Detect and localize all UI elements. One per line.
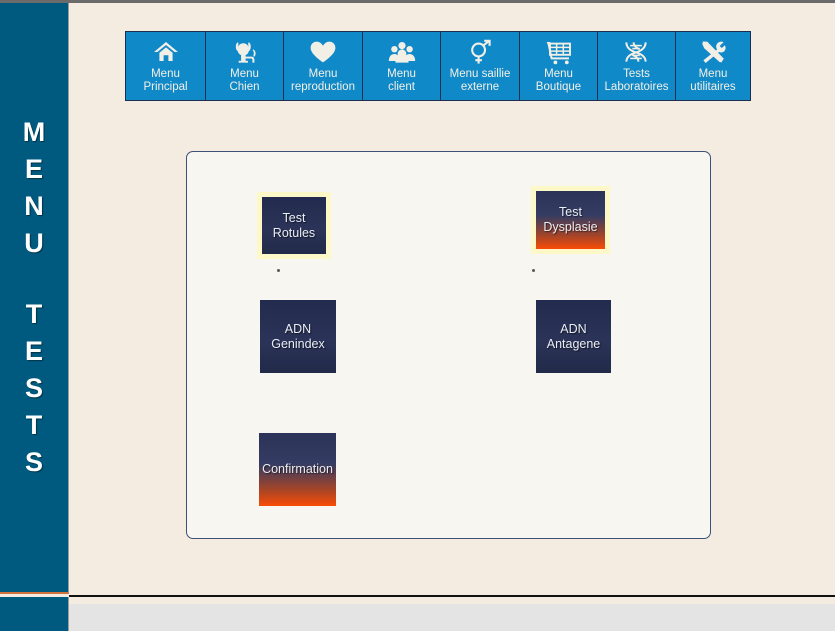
menu-item-client[interactable]: Menu client (363, 32, 441, 100)
sidebar-menu-tests[interactable]: M E N U T E S T S (0, 3, 69, 594)
dog-icon (230, 38, 260, 66)
tile-test-dysplasie[interactable]: Test Dysplasie (531, 186, 610, 254)
bottom-divider (69, 595, 835, 597)
menu-item-label: Menu reproduction (287, 68, 359, 94)
users-icon (387, 38, 417, 66)
tile-marker-dot-right (532, 269, 535, 272)
sidebar-letter: T (25, 296, 43, 333)
menu-item-chien[interactable]: Menu Chien (206, 32, 284, 100)
menu-item-boutique[interactable]: Menu Boutique (520, 32, 598, 100)
sidebar-letter: E (25, 333, 43, 370)
heart-icon (308, 38, 338, 66)
tile-adn-antagene[interactable]: ADN Antagene (536, 300, 611, 373)
menu-item-saillie-externe[interactable]: Menu saillie externe (441, 32, 520, 100)
menu-item-label: Menu Boutique (532, 68, 585, 94)
gender-icon (465, 38, 495, 66)
sidebar-letter: M (23, 114, 46, 151)
menu-item-reproduction[interactable]: Menu reproduction (284, 32, 363, 100)
menu-item-label: Menu client (383, 68, 420, 94)
footer-strip (0, 604, 835, 631)
tile-test-rotules[interactable]: Test Rotules (257, 192, 331, 259)
tile-adn-genindex[interactable]: ADN Genindex (260, 300, 336, 373)
dna-icon (622, 38, 652, 66)
menu-item-label: Menu Chien (225, 68, 263, 94)
sidebar-letter: S (25, 444, 43, 481)
sidebar-letter: N (23, 188, 46, 225)
sidebar-footer-block (0, 597, 69, 631)
home-icon (151, 38, 181, 66)
tile-confirmation[interactable]: Confirmation (259, 433, 336, 506)
menu-item-tests-laboratoires[interactable]: Tests Laboratoires (598, 32, 676, 100)
menu-item-label: Menu Principal (139, 68, 191, 94)
menu-item-utilitaires[interactable]: Menu utilitaires (676, 32, 750, 100)
menu-item-label: Menu utilitaires (686, 68, 739, 94)
sidebar-word-menu: M E N U (23, 114, 46, 262)
sidebar-word-tests: T E S T S (25, 296, 43, 481)
sidebar-letter: S (25, 370, 43, 407)
main-menu-bar: Menu Principal Menu Chien (125, 31, 751, 101)
sidebar-letter: T (25, 407, 43, 444)
tools-icon (698, 38, 728, 66)
tile-marker-dot-left (277, 269, 280, 272)
sidebar-letter: U (23, 225, 46, 262)
menu-item-principal[interactable]: Menu Principal (126, 32, 206, 100)
menu-item-label: Menu saillie externe (446, 68, 515, 94)
sidebar-letter: E (23, 151, 46, 188)
cart-icon (544, 38, 574, 66)
menu-item-label: Tests Laboratoires (601, 68, 673, 94)
application-window: M E N U T E S T S Menu Principal (0, 0, 835, 631)
